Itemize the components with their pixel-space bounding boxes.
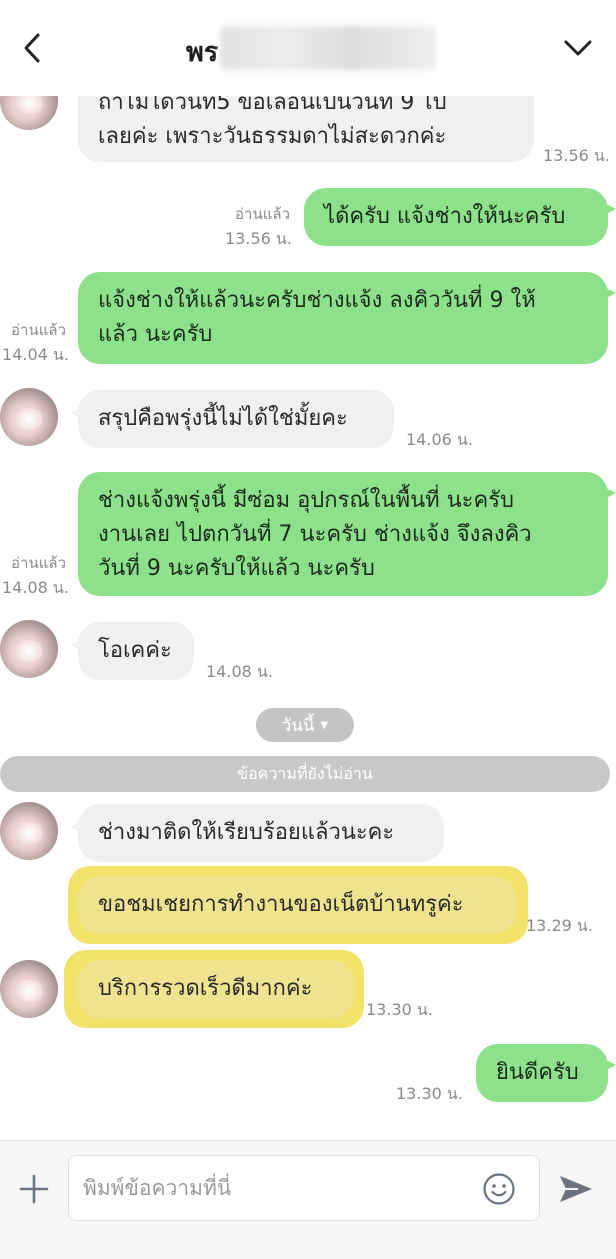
contact-name: พร	[186, 37, 219, 68]
message-input-bar	[0, 1140, 616, 1259]
incoming-message: สรุปคือพรุ่งนี้ไม่ได้ใช่มั้ยคะ	[70, 390, 394, 448]
send-button[interactable]	[554, 1169, 598, 1209]
message-time: 13.56 น.	[543, 146, 610, 165]
message-time: 13.56 น.	[225, 229, 292, 248]
chat-header: พร	[0, 0, 616, 96]
emoji-button[interactable]	[479, 1169, 519, 1209]
outgoing-message: ช่างแจ้งพรุ่งนี้ มีซ่อม อุปกรณ์ในพื้นที่…	[78, 472, 616, 596]
contact-avatar[interactable]	[0, 960, 58, 1018]
back-button[interactable]	[14, 28, 50, 68]
date-divider[interactable]: วันนี้ ▼	[256, 708, 354, 742]
unread-divider: ข้อความที่ยังไม่อ่าน	[0, 756, 610, 792]
message-input[interactable]	[83, 1170, 473, 1206]
chevron-down-icon	[564, 40, 592, 56]
incoming-message: โอเคค่ะ	[70, 622, 194, 680]
contact-avatar[interactable]	[0, 802, 58, 860]
message-time: 13.30 น.	[366, 1000, 433, 1019]
caret-down-icon: ▼	[320, 719, 329, 731]
message-time: 13.30 น.	[396, 1084, 463, 1103]
read-receipt: อ่านแล้ว	[11, 554, 66, 572]
message-time: 14.08 น.	[206, 662, 273, 681]
message-field[interactable]	[68, 1155, 540, 1221]
message-time: 14.04 น.	[2, 345, 69, 364]
message-time: 13.29 น.	[526, 916, 593, 935]
read-receipt: อ่านแล้ว	[235, 205, 290, 223]
outgoing-message: ยินดีครับ	[476, 1044, 616, 1102]
incoming-message: ช่างมาติดให้เรียบร้อยแล้วนะคะ	[70, 804, 444, 862]
plus-icon	[19, 1174, 49, 1204]
incoming-message: ขอชมเชยการทำงานของเน็ตบ้านทรูค่ะ	[78, 876, 516, 934]
contact-avatar[interactable]	[0, 388, 58, 446]
add-attachment-button[interactable]	[14, 1169, 54, 1209]
incoming-message: บริการรวดเร็วดีมากค่ะ	[78, 960, 354, 1018]
message-time: 14.08 น.	[2, 578, 69, 597]
smiley-icon	[483, 1173, 515, 1205]
chevron-left-icon	[24, 33, 40, 63]
outgoing-message: แจ้งช่างให้แล้วนะครับช่างแจ้ง ลงคิววันที…	[78, 272, 616, 364]
menu-toggle-button[interactable]	[560, 32, 596, 64]
send-icon	[560, 1176, 592, 1202]
unread-divider-label: ข้อความที่ยังไม่อ่าน	[237, 763, 373, 783]
read-receipt: อ่านแล้ว	[11, 321, 66, 339]
contact-avatar[interactable]	[0, 620, 58, 678]
name-redaction	[220, 26, 436, 70]
date-divider-label: วันนี้	[281, 715, 315, 736]
outgoing-message: ได้ครับ แจ้งช่างให้นะครับ	[304, 188, 616, 246]
chat-area[interactable]: ถ้าไม่ได้วันที่5 ขอเลื่อนเป็นวันที่ 9 ไป…	[0, 0, 616, 1140]
message-time: 14.06 น.	[406, 430, 473, 449]
